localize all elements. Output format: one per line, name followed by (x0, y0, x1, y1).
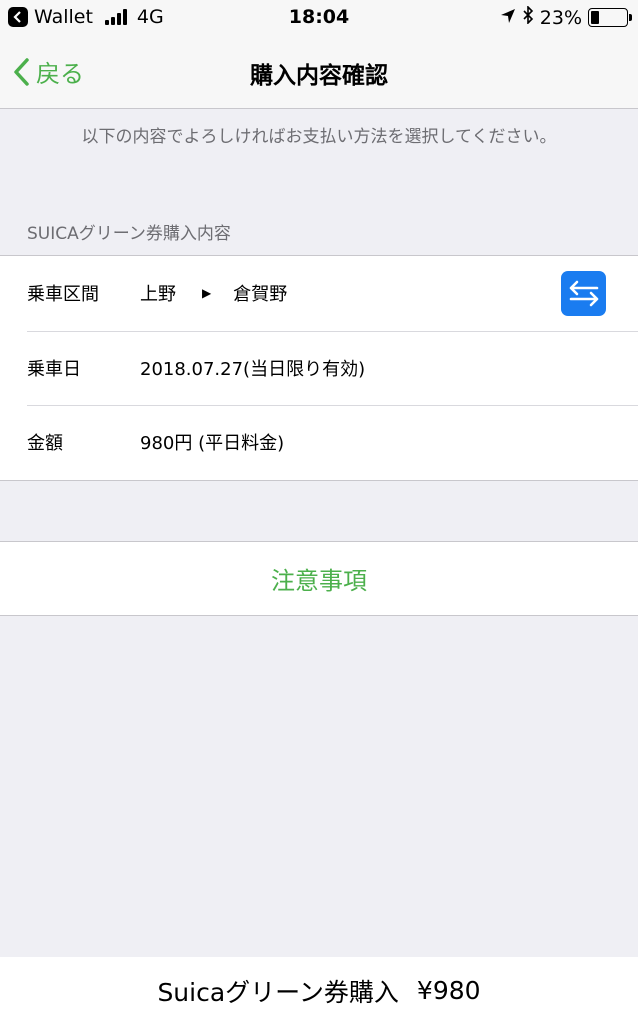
purchase-label: Suicaグリーン券購入 (157, 977, 399, 1007)
battery-percent: 23% (539, 6, 582, 29)
bluetooth-icon (522, 5, 534, 29)
swap-arrows-icon (569, 280, 598, 307)
route-from: 上野 (140, 284, 176, 306)
details-group: 乗車区間 上野 ▶ 倉賀野 乗車日 2018.07.27(当日限り有効) 金額 … (0, 255, 638, 481)
fare-label: 金額 (27, 433, 63, 455)
screen: Wallet 4G 18:04 23% 戻る 購入内容確認 以下の内容でよろしけ… (0, 0, 638, 1024)
fare-value: 980円 (平日料金) (140, 433, 285, 455)
route-label: 乗車区間 (27, 284, 99, 306)
purchase-button[interactable]: Suicaグリーン券購入 ¥980 (0, 957, 638, 1024)
route-arrow-icon: ▶ (202, 286, 212, 301)
location-icon (500, 7, 516, 29)
date-value: 2018.07.27(当日限り有効) (140, 358, 366, 380)
instruction-text: 以下の内容でよろしければお支払い方法を選択してください。 (81, 127, 557, 147)
battery-icon (588, 8, 632, 27)
date-row: 乗車日 2018.07.27(当日限り有効) (0, 330, 638, 406)
status-bar: Wallet 4G 18:04 23% (0, 0, 638, 36)
swap-direction-button[interactable] (561, 270, 606, 316)
route-row: 乗車区間 上野 ▶ 倉賀野 (0, 256, 638, 331)
page-title: 購入内容確認 (250, 63, 388, 89)
battery-fill (591, 11, 599, 24)
section-header: SUICAグリーン券購入内容 (27, 224, 231, 244)
status-right: 23% (500, 5, 632, 29)
purchase-price: ¥980 (416, 976, 481, 1005)
navigation-bar: 戻る 購入内容確認 (0, 36, 638, 109)
fare-row: 金額 980円 (平日料金) (0, 405, 638, 480)
date-label: 乗車日 (27, 358, 81, 380)
route-value: 上野 ▶ 倉賀野 (140, 280, 287, 306)
notice-button[interactable]: 注意事項 (0, 541, 638, 616)
route-to: 倉賀野 (233, 284, 288, 306)
